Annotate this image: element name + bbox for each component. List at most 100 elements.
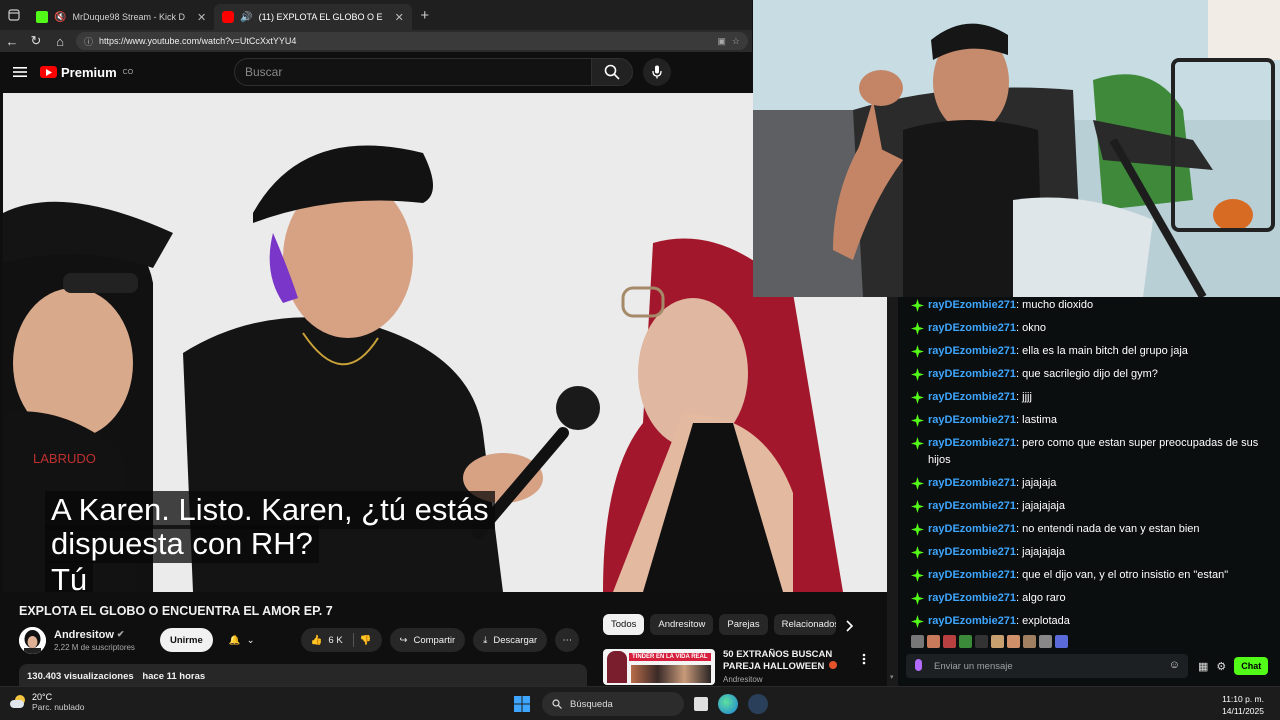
youtube-logo[interactable]: Premium CO: [40, 65, 133, 80]
chat-username[interactable]: rayDEzombie271: [928, 299, 1016, 311]
page-scrollbar[interactable]: ▾: [887, 296, 898, 686]
chip-andresitow[interactable]: Andresitow: [650, 614, 714, 635]
tab-title: MrDuque98 Stream - Kick D: [72, 12, 185, 22]
partly-cloudy-icon: [10, 694, 26, 710]
search-icon: [604, 64, 620, 80]
emote-icon[interactable]: [959, 635, 972, 648]
clock-date: 14/11/2025: [1222, 706, 1264, 716]
scroll-down-icon[interactable]: ▾: [890, 674, 895, 682]
recommended-thumbnail[interactable]: TINDER EN LA VIDA REAL: [603, 649, 715, 685]
speaker-icon[interactable]: 🔊: [240, 12, 252, 23]
chat-username[interactable]: rayDEzombie271: [928, 391, 1016, 403]
back-icon[interactable]: ←: [0, 30, 24, 52]
task-view-icon[interactable]: [694, 697, 708, 711]
chat-username[interactable]: rayDEzombie271: [928, 437, 1016, 449]
mic-icon: [652, 65, 662, 79]
voice-search-button[interactable]: [643, 58, 671, 86]
taskbar-search[interactable]: Búsqueda: [542, 692, 684, 716]
join-button[interactable]: Unirme: [160, 628, 213, 652]
channel-name[interactable]: Andresitow ✔: [54, 629, 146, 641]
pumpkin-emoji-icon: [828, 661, 837, 669]
more-actions-button[interactable]: ⋯: [555, 628, 580, 652]
subscribed-bell-button[interactable]: 🔔 ⌄: [219, 628, 265, 652]
mic-icon[interactable]: [915, 659, 922, 671]
close-tab-icon[interactable]: ✕: [395, 11, 404, 24]
store-icon[interactable]: ▦: [1198, 660, 1208, 673]
emote-icon[interactable]: [1023, 635, 1036, 648]
weather-widget[interactable]: 20°C Parc. nublado: [10, 692, 84, 712]
emote-icon[interactable]: [1039, 635, 1052, 648]
channel-meta: Andresitow ✔ 2,22 M de suscriptores: [54, 629, 146, 652]
logo-text: Premium: [61, 64, 117, 80]
chat-username[interactable]: rayDEzombie271: [928, 345, 1016, 357]
sparkle-badge-icon: [911, 500, 924, 513]
browser-tab-kick[interactable]: 🔇 MrDuque98 Stream - Kick D ✕: [28, 4, 214, 30]
chat-username[interactable]: rayDEzombie271: [928, 414, 1016, 426]
search-input[interactable]: Buscar: [234, 58, 592, 86]
emote-icon[interactable]: [943, 635, 956, 648]
search-icon: [552, 699, 562, 709]
sparkle-badge-icon: [911, 569, 924, 582]
recommended-video[interactable]: TINDER EN LA VIDA REAL 50 EXTRAÑOS BUSCA…: [603, 649, 843, 685]
home-icon[interactable]: ⌂: [48, 30, 72, 52]
chip-relacionados[interactable]: Relacionados: [773, 614, 836, 635]
description-box[interactable]: 130.403 visualizaciones hace 11 horas: [19, 664, 587, 686]
close-tab-icon[interactable]: ✕: [197, 11, 206, 24]
steam-icon[interactable]: [748, 694, 768, 714]
emote-icon[interactable]: [927, 635, 940, 648]
chip-parejas[interactable]: Parejas: [719, 614, 768, 635]
emote-bar: [911, 635, 1068, 648]
caption-line-1: A Karen. Listo. Karen, ¿tú estás: [45, 491, 495, 529]
share-label: Compartir: [413, 634, 456, 646]
channel-avatar[interactable]: [19, 626, 46, 654]
chat-username[interactable]: rayDEzombie271: [928, 615, 1016, 627]
send-chat-button[interactable]: Chat: [1234, 657, 1269, 675]
kick-chat-panel: rayDEzombie271: mucho dioxido rayDEzombie…: [898, 297, 1280, 686]
split-view-icon[interactable]: ▣: [717, 36, 726, 47]
system-clock[interactable]: 11:10 p. m. 14/11/2025: [1222, 693, 1264, 717]
download-button[interactable]: ⤓ Descargar: [473, 628, 548, 652]
chat-username[interactable]: rayDEzombie271: [928, 477, 1016, 489]
emote-icon[interactable]: [991, 635, 1004, 648]
sparkle-badge-icon: [911, 391, 924, 404]
chevron-right-icon[interactable]: [846, 619, 854, 637]
chat-username[interactable]: rayDEzombie271: [928, 322, 1016, 334]
url-field[interactable]: ⓘ https://www.youtube.com/watch?v=UtCcXx…: [76, 32, 748, 50]
emote-icon[interactable]: [975, 635, 988, 648]
search-button[interactable]: [591, 58, 633, 86]
share-button[interactable]: ↪ Compartir: [389, 628, 466, 652]
chat-username[interactable]: rayDEzombie271: [928, 368, 1016, 380]
chat-username[interactable]: rayDEzombie271: [928, 500, 1016, 512]
site-info-icon[interactable]: ⓘ: [84, 35, 93, 48]
emote-icon[interactable]: [1055, 635, 1068, 648]
chat-username[interactable]: rayDEzombie271: [928, 546, 1016, 558]
like-button[interactable]: 👍 6 K 👎: [300, 628, 382, 652]
browser-tab-youtube[interactable]: 🔊 (11) EXPLOTA EL GLOBO O E ✕: [214, 4, 412, 30]
chip-todos[interactable]: Todos: [603, 614, 645, 635]
chat-username[interactable]: rayDEzombie271: [928, 523, 1016, 535]
edge-browser-icon[interactable]: [718, 694, 738, 714]
recommended-channel: Andresitow: [723, 675, 763, 684]
sparkle-badge-icon: [911, 523, 924, 536]
emoji-icon[interactable]: ☺: [1169, 659, 1180, 671]
more-vertical-icon[interactable]: [862, 652, 866, 670]
thumbs-down-icon[interactable]: 👎: [360, 635, 372, 646]
emote-icon[interactable]: [1007, 635, 1020, 648]
settings-gear-icon[interactable]: ⚙: [1216, 660, 1226, 673]
sparkle-badge-icon: [911, 368, 924, 381]
favorite-star-icon[interactable]: ☆: [732, 36, 740, 47]
new-tab-button[interactable]: +: [412, 7, 438, 24]
windows-start-icon[interactable]: [512, 694, 532, 714]
tab-actions-icon[interactable]: [0, 0, 28, 30]
verified-icon: ✔: [116, 629, 125, 639]
thumbnail-banner: TINDER EN LA VIDA REAL: [629, 653, 711, 661]
menu-icon[interactable]: [0, 66, 40, 78]
chat-message-input[interactable]: Enviar un mensaje ☺: [906, 654, 1188, 678]
reload-icon[interactable]: ↻: [24, 30, 48, 52]
emote-icon[interactable]: [911, 635, 924, 648]
chat-username[interactable]: rayDEzombie271: [928, 592, 1016, 604]
weather-condition: Parc. nublado: [32, 702, 85, 712]
speaker-muted-icon[interactable]: 🔇: [54, 12, 66, 23]
chat-username[interactable]: rayDEzombie271: [928, 569, 1016, 581]
chat-text: jjjj: [1022, 391, 1032, 403]
